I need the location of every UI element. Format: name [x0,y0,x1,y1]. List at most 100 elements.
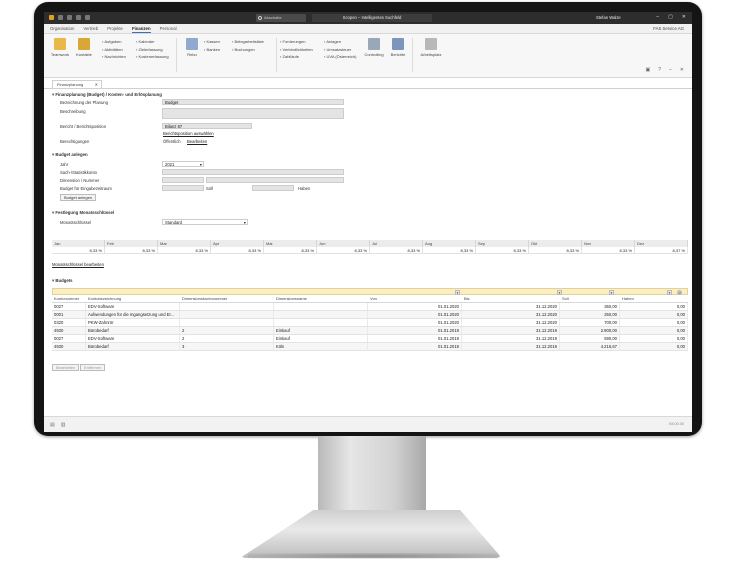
edit-permissions-link[interactable]: Bearbeiten [187,139,207,144]
column-header[interactable]: Dimensionsname [274,295,368,303]
minimize-icon[interactable]: – [656,14,659,20]
zielerfassung-button[interactable]: Zielerfassung [136,46,169,54]
forderungen-button[interactable]: Forderungen [280,38,313,46]
planning-name-field[interactable]: Budget [162,99,344,105]
column-header[interactable]: Kontobezeichnung [86,295,180,303]
arbeitsplatz-button[interactable]: Arbeitsplatz [416,38,446,57]
help-icon[interactable]: ? [658,67,661,73]
month-percent[interactable]: 8,33 % [476,247,529,254]
month-column: Jul 8,33 % [370,240,423,254]
umsatzsteuer-button[interactable]: Umsatzsteuer [324,46,356,54]
month-percent[interactable]: 8,33 % [582,247,635,254]
month-percent[interactable]: 8,33 % [52,247,105,254]
tab-finanzen[interactable]: Finanzen [131,24,151,33]
belegarbeitsliste-button[interactable]: Belegarbeitsliste [232,38,264,46]
column-header[interactable]: Kontonummer [52,295,86,303]
document-tab[interactable]: Finanzplanung ✕ [52,80,102,88]
kontakte-button[interactable]: Kontakte [72,38,96,57]
kassen-button[interactable]: Kassen [204,38,220,46]
tab-organisation[interactable]: Organisation [50,24,74,33]
layout-icon[interactable]: ▣ [646,67,651,73]
month-percent[interactable]: 8,33 % [317,247,370,254]
account-field[interactable] [162,169,344,175]
edit-monthly-key-link[interactable]: Monatsschlüssel bearbeiten [52,262,104,267]
filter-dropdown-icon[interactable]: ▾ [609,290,614,295]
close-doc-icon[interactable]: ✕ [680,67,684,73]
app-logo-icon[interactable] [49,15,54,20]
kalender-button[interactable]: Kalender [136,38,169,46]
month-percent[interactable]: 8,33 % [158,247,211,254]
berichte-button[interactable]: Berichte [386,38,410,57]
table-row[interactable]: 4930 Bürobedarf 3 Köln 01.01.2019 31.12.2019 4… [52,343,688,351]
month-percent[interactable]: 8,37 % [635,247,688,254]
section-monthly-key[interactable]: Festlegung Monatsschlüssel [52,210,114,216]
section-create-budget[interactable]: Budget anlegen [52,152,87,158]
zahllaeufe-button[interactable]: Zahlläufe [280,53,313,61]
minimize-ribbon-icon[interactable]: – [669,67,672,73]
edit-button[interactable]: Bearbeiten [52,364,80,371]
year-select[interactable]: 2021 ▾ [162,161,204,167]
month-percent[interactable]: 8,33 % [264,247,317,254]
remove-button[interactable]: Entfernen [80,364,106,371]
nachrichten-button[interactable]: Nachrichten [102,53,126,61]
chevron-down-icon: ▾ [243,220,246,225]
table-row[interactable]: 0320 PKW-Zahnrör 01.01.2020 31.12.2020 700,0… [52,319,688,327]
dimension-name-field[interactable] [206,177,344,183]
column-header[interactable]: Bis [462,295,560,303]
pin-icon[interactable] [85,15,90,20]
create-budget-button[interactable]: Budget anlegen [60,194,97,201]
aktivitaeten-button[interactable]: Aktivitäten [102,46,126,54]
dimension-number-field[interactable] [162,177,204,183]
banken-button[interactable]: Banken [204,46,221,54]
filter-dropdown-icon[interactable]: ▾ [667,290,672,295]
select-report-link[interactable]: Berichtsposition auswählen [163,131,214,136]
soll-field[interactable] [162,185,204,191]
table-row[interactable]: 0027 EDV-Software 2 Einkauf 01.01.2019 31.12.… [52,335,688,343]
company-name[interactable]: FAS Service AG [653,24,684,34]
monthly-key-select[interactable]: Standard ▾ [162,219,248,225]
notes-icon[interactable]: ▤ [50,422,55,428]
section-budgets[interactable]: Budgets [52,278,72,284]
anlagen-button[interactable]: Anlagen [324,38,356,46]
controlling-button[interactable]: Controlling [362,38,386,57]
column-header[interactable]: Dimensionskontonummer [180,295,274,303]
maximize-icon[interactable]: ▢ [668,14,673,20]
haben-field[interactable] [252,185,294,191]
uva-button[interactable]: UVA (Österreich) [324,53,357,61]
month-percent[interactable]: 8,33 % [529,247,582,254]
search-input[interactable]: Abschalte [256,14,306,22]
column-header[interactable]: Von [368,295,462,303]
month-percent[interactable]: 8,33 % [211,247,264,254]
month-percent[interactable]: 8,33 % [105,247,158,254]
filter-dropdown-icon[interactable]: ▾ [455,290,460,295]
chart-icon[interactable]: ▥ [61,422,66,428]
tab-vertrieb[interactable]: Vertrieb [83,24,98,33]
report-field[interactable]: Bilanz 67 [162,123,252,129]
tab-personal[interactable]: Personal [160,24,177,33]
month-percent[interactable]: 8,33 % [370,247,423,254]
table-cell: 01.01.2020 [368,311,462,319]
table-row[interactable]: 0027 EDV-Software 01.01.2020 31.12.2020 350,… [52,303,688,311]
planning-desc-field[interactable] [162,108,344,119]
verbindlichkeiten-button[interactable]: Verbindlichkeiten [280,46,313,54]
table-row[interactable]: 4930 Bürobedarf 2 Einkauf 01.01.2019 31.12.20… [52,327,688,335]
print-icon[interactable] [76,15,81,20]
buchungen-button[interactable]: Buchungen [232,46,264,54]
kostenerfassung-button[interactable]: Kostenerfassung [136,53,169,61]
settings-icon[interactable]: ⚙ [677,290,682,295]
tab-projekte[interactable]: Projekte [107,24,123,33]
section-planning[interactable]: Finanzplanung (Budget) / Kosten- und Erl… [52,92,161,98]
month-percent[interactable]: 8,33 % [423,247,476,254]
aufgaben-button[interactable]: Aufgaben [102,38,126,46]
filter-row[interactable]: ▾ ▾ ▾ ▾ ⚙ [52,288,688,295]
column-header[interactable]: Soll [560,295,620,303]
close-icon[interactable]: ✕ [682,14,686,20]
filter-dropdown-icon[interactable]: ▾ [557,290,562,295]
save-icon[interactable] [67,15,72,20]
teamwork-button[interactable]: Teamwork [48,38,72,57]
column-header[interactable]: Haben [620,295,688,303]
home-icon[interactable] [58,15,63,20]
table-row[interactable]: 0001 Aufwendungen für die Ingangsetzung u… [52,311,688,319]
rebu-button[interactable]: Rebu [180,38,204,57]
user-name[interactable]: Stefan Walze [596,15,621,20]
